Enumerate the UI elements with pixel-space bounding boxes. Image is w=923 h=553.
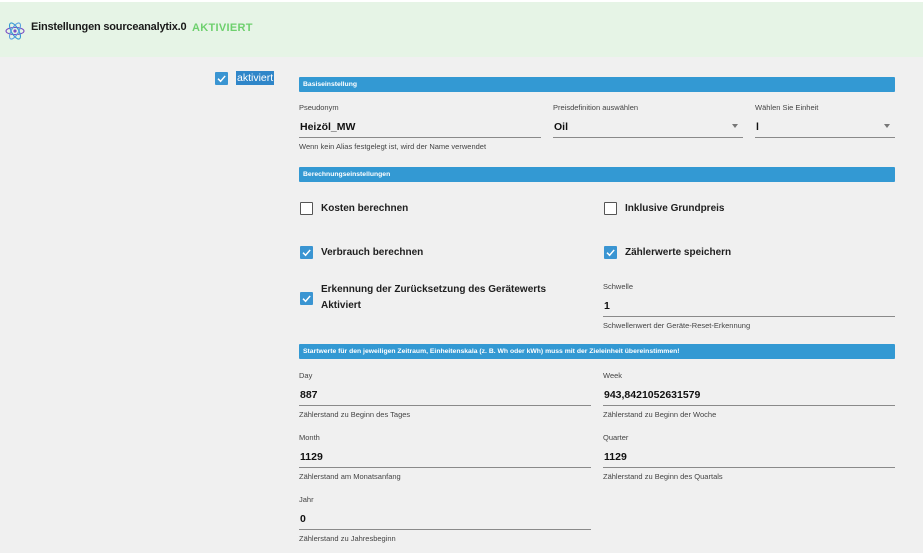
- reset-detection-label: Erkennung der Zurücksetzung des Gerätewe…: [321, 282, 546, 314]
- alias-input[interactable]: Heizöl_MW: [300, 121, 355, 133]
- week-input[interactable]: 943,8421052631579: [604, 389, 700, 401]
- alias-underline: [299, 137, 541, 138]
- header: Einstellungen sourceanalytix.0 AKTIVIERT: [0, 0, 923, 57]
- threshold-help: Schwellenwert der Geräte-Reset-Erkennung: [603, 321, 751, 330]
- reset-detection-checkbox-row[interactable]: Erkennung der Zurücksetzung des Gerätewe…: [300, 282, 546, 314]
- price-label: Preisdefinition auswählen: [553, 103, 639, 112]
- day-input[interactable]: 887: [300, 389, 318, 401]
- day-label: Day: [299, 371, 313, 380]
- section-basic: Basiseinstellung: [299, 77, 895, 92]
- quarter-underline: [603, 467, 895, 468]
- quarter-help: Zählerstand zu Beginn des Quartals: [603, 472, 723, 481]
- section-start-values: Startwerte für den jeweiligen Zeitraum, …: [299, 344, 895, 359]
- threshold-underline: [603, 316, 895, 317]
- consumption-checkbox[interactable]: [300, 246, 313, 259]
- reset-detection-label-line2: Aktiviert: [321, 300, 362, 311]
- consumption-checkbox-row[interactable]: Verbrauch berechnen: [300, 245, 423, 261]
- costs-checkbox-row[interactable]: Kosten berechnen: [300, 201, 408, 217]
- year-input[interactable]: 0: [300, 513, 306, 525]
- quarter-input[interactable]: 1129: [604, 451, 627, 463]
- meter-values-checkbox-row[interactable]: Zählerwerte speichern: [604, 245, 731, 261]
- base-price-label: Inklusive Grundpreis: [625, 203, 725, 214]
- year-underline: [299, 529, 591, 530]
- check-icon: [217, 74, 226, 82]
- reset-detection-checkbox[interactable]: [300, 292, 313, 305]
- day-underline: [299, 405, 591, 406]
- meter-values-label: Zählerwerte speichern: [625, 247, 732, 258]
- year-help: Zählerstand zu Jahresbeginn: [299, 534, 396, 543]
- week-help: Zählerstand zu Beginn der Woche: [603, 410, 717, 419]
- base-price-checkbox-row[interactable]: Inklusive Grundpreis: [604, 201, 724, 217]
- meter-values-checkbox[interactable]: [604, 246, 617, 259]
- threshold-input[interactable]: 1: [604, 300, 610, 312]
- costs-checkbox[interactable]: [300, 202, 313, 215]
- month-input[interactable]: 1129: [300, 451, 323, 463]
- month-underline: [299, 467, 591, 468]
- quarter-label: Quarter: [603, 433, 629, 442]
- year-label: Jahr: [299, 495, 314, 504]
- price-value[interactable]: Oil: [554, 121, 568, 133]
- page-title: Einstellungen sourceanalytix.0: [31, 21, 187, 33]
- month-label: Month: [299, 433, 320, 442]
- check-icon: [302, 295, 311, 303]
- week-label: Week: [603, 371, 623, 380]
- reset-detection-label-line1: Erkennung der Zurücksetzung des Gerätewe…: [321, 284, 547, 295]
- section-calculation: Berechnungseinstellungen: [299, 167, 895, 182]
- threshold-label: Schwelle: [603, 282, 634, 291]
- unit-value[interactable]: l: [756, 121, 759, 133]
- base-price-checkbox[interactable]: [604, 202, 617, 215]
- week-underline: [603, 405, 895, 406]
- unit-underline: [755, 137, 895, 138]
- month-help: Zählerstand am Monatsanfang: [299, 472, 401, 481]
- unit-label: Wählen Sie Einheit: [755, 103, 819, 112]
- alias-label: Pseudonym: [299, 103, 339, 112]
- atom-logo-icon: [5, 22, 25, 40]
- costs-label: Kosten berechnen: [321, 203, 409, 214]
- alias-help: Wenn kein Alias festgelegt ist, wird der…: [299, 142, 487, 151]
- day-help: Zählerstand zu Beginn des Tages: [299, 410, 411, 419]
- consumption-label: Verbrauch berechnen: [321, 247, 424, 258]
- activated-checkbox[interactable]: [215, 71, 228, 85]
- chevron-down-icon[interactable]: [732, 124, 738, 128]
- activated-label: aktiviert: [236, 71, 275, 85]
- activated-toggle[interactable]: aktiviert: [215, 71, 275, 85]
- check-icon: [606, 249, 615, 257]
- status-badge: AKTIVIERT: [192, 22, 253, 34]
- check-icon: [302, 249, 311, 257]
- price-underline: [553, 137, 743, 138]
- chevron-down-icon[interactable]: [884, 124, 890, 128]
